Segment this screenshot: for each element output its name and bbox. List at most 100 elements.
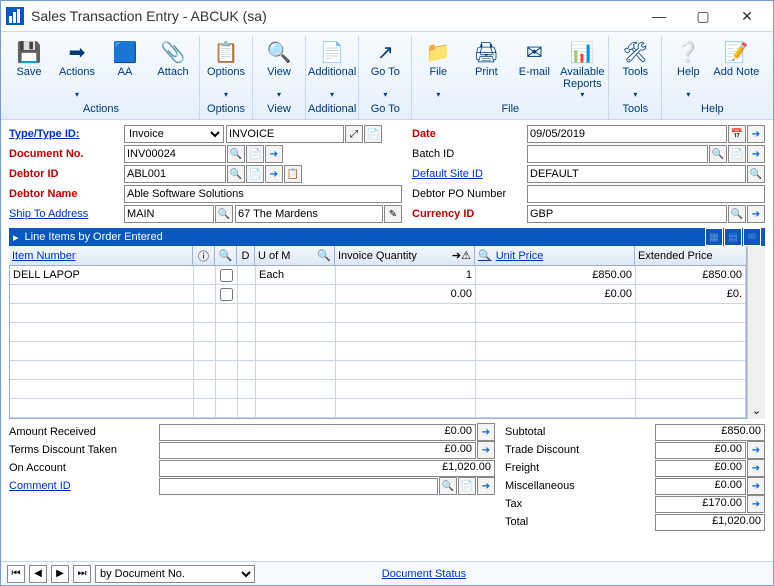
subtotal-value: £850.00 [655,424,765,441]
ribbon-options-button[interactable]: 📋Options▾ [202,36,250,101]
debtorid-input[interactable] [124,165,226,183]
ribbon-print-button[interactable]: 🖨Print [462,36,510,101]
grid-opt3-icon[interactable]: ✉ [743,228,761,246]
type-expand-icon[interactable]: ⤢ [345,125,363,143]
site-lookup-icon[interactable]: 🔍 [747,165,765,183]
currency-label: Currency ID [412,208,527,220]
nav-next-icon[interactable]: ▶ [51,565,69,583]
table-row[interactable]: 0.00£0.00£0. [10,285,746,304]
nav-first-icon[interactable]: ⏮ [7,565,25,583]
docno-input[interactable] [124,145,226,163]
comment-lookup-icon[interactable]: 🔍 [439,477,457,495]
table-row[interactable] [10,323,746,342]
scroll-down-icon[interactable]: ⌄ [752,404,761,417]
type-select[interactable]: Invoice [124,125,224,143]
freight-value[interactable]: £0.00 [655,460,746,477]
amtrecv-next-icon[interactable]: ➔ [477,423,495,441]
ribbon-available-reports-button[interactable]: 📊Available Reports▾ [558,36,606,101]
ribbon-group-help: ❔Help▾📝Add NoteHelp [662,36,762,119]
col-item-number[interactable]: Item Number [9,246,193,265]
comment-next-icon[interactable]: ➔ [477,477,495,495]
nav-last-icon[interactable]: ⏭ [73,565,91,583]
date-input[interactable] [527,125,727,143]
nav-prev-icon[interactable]: ◀ [29,565,47,583]
nav-mode-select[interactable]: by Document No. [95,565,255,583]
ribbon-help-button[interactable]: ❔Help▾ [664,36,712,101]
freight-next-icon[interactable]: ➔ [747,459,765,477]
ribbon-actions-button[interactable]: ➡Actions▾ [53,36,101,101]
shipto-label[interactable]: Ship To Address [9,208,124,220]
type-id-input[interactable] [226,125,344,143]
col-lookup-icon[interactable]: 🔍 [215,246,237,265]
grid-scrollbar[interactable]: ⌄ [747,246,765,419]
amtrecv-value[interactable]: £0.00 [159,424,476,441]
ribbon-add-note-button[interactable]: 📝Add Note [712,36,760,101]
date-next-icon[interactable]: ➔ [747,125,765,143]
shipto-lookup-icon[interactable]: 🔍 [215,205,233,223]
docno-next-icon[interactable]: ➔ [265,145,283,163]
grid-opt2-icon[interactable]: ▤ [724,228,742,246]
ribbon-go-to-button[interactable]: ↗Go To▾ [361,36,409,101]
debtorid-lookup-icon[interactable]: 🔍 [227,165,245,183]
document-status-link[interactable]: Document Status [382,568,466,580]
close-button[interactable]: ✕ [725,2,769,30]
comment-value[interactable] [159,478,438,495]
batch-next-icon[interactable]: ➔ [747,145,765,163]
comment-label[interactable]: Comment ID [9,480,159,492]
ribbon-file-button[interactable]: 📁File▾ [414,36,462,101]
docno-lookup-icon[interactable]: 🔍 [227,145,245,163]
terms-value[interactable]: £0.00 [159,442,476,459]
calendar-icon[interactable]: 📅 [728,125,746,143]
table-row[interactable]: DELL LAPOPEach1£850.00£850.00 [10,266,746,285]
ribbon-attach-button[interactable]: 📎Attach [149,36,197,101]
col-d[interactable]: D [237,246,255,265]
row-checkbox[interactable] [220,269,233,282]
debtorid-note-icon[interactable]: 📄 [246,165,264,183]
type-label[interactable]: Type/Type ID: [9,128,124,140]
maximize-button[interactable]: ▢ [681,2,725,30]
grid-opt1-icon[interactable]: ▦ [705,228,723,246]
type-note-icon[interactable]: 📄 [364,125,382,143]
window-title: Sales Transaction Entry - ABCUK (sa) [31,8,637,24]
shipto-addr-input[interactable] [235,205,383,223]
currency-lookup-icon[interactable]: 🔍 [728,205,746,223]
tax-next-icon[interactable]: ➔ [747,495,765,513]
ribbon-e-mail-button[interactable]: ✉E-mail [510,36,558,101]
row-checkbox[interactable] [220,288,233,301]
ribbon-group-label: Go To [371,101,400,117]
trade-value[interactable]: £0.00 [655,442,746,459]
currency-input[interactable] [527,205,727,223]
ribbon-tools-button[interactable]: 🛠Tools▾ [611,36,659,101]
batch-note-icon[interactable]: 📄 [728,145,746,163]
table-row[interactable] [10,304,746,323]
table-row[interactable] [10,399,746,418]
debtorid-extra-icon[interactable]: 📋 [284,165,302,183]
col-unit-price[interactable]: 🔍Unit Price [475,246,635,265]
ribbon-save-button[interactable]: 💾Save [5,36,53,101]
shipto-input[interactable] [124,205,214,223]
col-info-icon[interactable]: ⓘ [193,246,215,265]
ribbon-view-button[interactable]: 🔍View▾ [255,36,303,101]
po-input[interactable] [527,185,765,203]
table-row[interactable] [10,380,746,399]
minimize-button[interactable]: — [637,2,681,30]
comment-note-icon[interactable]: 📄 [458,477,476,495]
batch-input[interactable] [527,145,708,163]
trade-next-icon[interactable]: ➔ [747,441,765,459]
misc-value[interactable]: £0.00 [655,478,746,495]
shipto-edit-icon[interactable]: ✎ [384,205,402,223]
terms-next-icon[interactable]: ➔ [477,441,495,459]
debtorid-next-icon[interactable]: ➔ [265,165,283,183]
ribbon-additional-button[interactable]: 📄Additional▾ [308,36,356,101]
table-row[interactable] [10,361,746,380]
currency-next-icon[interactable]: ➔ [747,205,765,223]
ribbon-aa-button[interactable]: 🟦AA [101,36,149,101]
tax-value[interactable]: £170.00 [655,496,746,513]
site-input[interactable] [527,165,746,183]
misc-next-icon[interactable]: ➔ [747,477,765,495]
docno-note-icon[interactable]: 📄 [246,145,264,163]
table-row[interactable] [10,342,746,361]
debtorname-input[interactable] [124,185,402,203]
site-label[interactable]: Default Site ID [412,168,527,180]
batch-lookup-icon[interactable]: 🔍 [709,145,727,163]
